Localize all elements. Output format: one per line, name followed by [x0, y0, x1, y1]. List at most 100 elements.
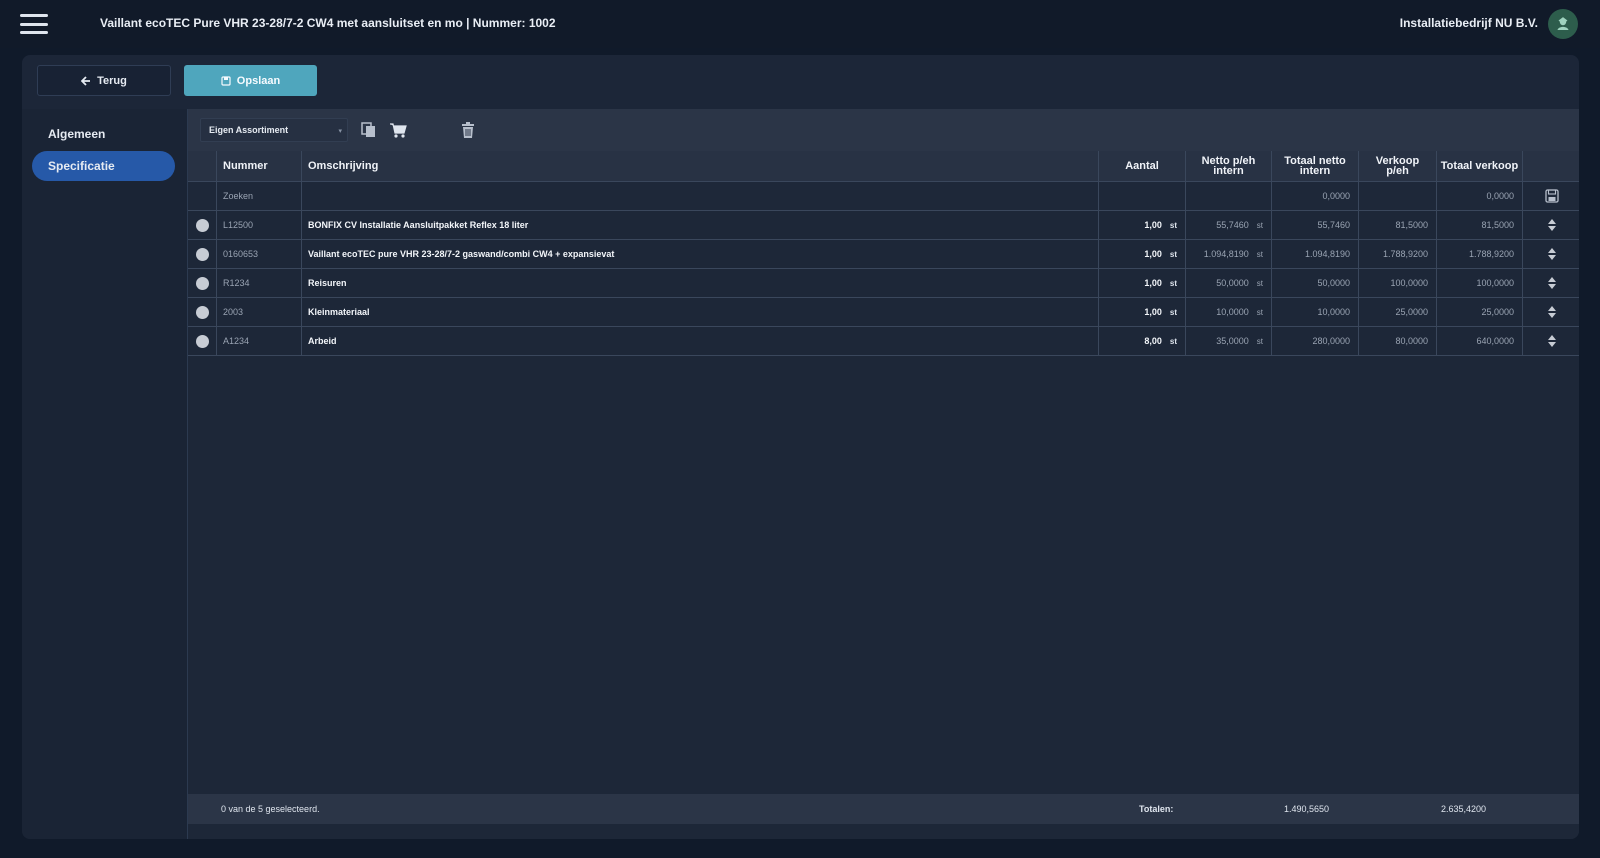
row-select-radio[interactable] [195, 276, 209, 290]
column-header-line: intern [1299, 165, 1331, 177]
save-icon[interactable] [1544, 189, 1559, 203]
row-select-radio[interactable] [195, 305, 209, 319]
search-row: Zoeken 0,0000 0,0000 [188, 182, 1579, 211]
table-row[interactable]: A1234 Arbeid 8,00 st 35,0000 st 280,0000… [188, 327, 1579, 356]
hamburger-menu-icon[interactable] [20, 14, 48, 34]
assortment-select-value: Eigen Assortiment [209, 125, 289, 135]
row-verkoop[interactable]: 100,0000 [1359, 269, 1437, 297]
row-nummer: L12500 [217, 211, 302, 239]
row-netto-eenheid: st [1256, 336, 1263, 346]
table-footer: 0 van de 5 geselecteerd. Totalen: 1.490,… [188, 794, 1579, 824]
row-omschrijving[interactable]: Vaillant ecoTEC pure VHR 23-28/7-2 gaswa… [302, 240, 1099, 268]
row-totaal-verkoop: 1.788,9200 [1437, 240, 1523, 268]
table-row[interactable]: 2003 Kleinmateriaal 1,00 st 10,0000 st 1… [188, 298, 1579, 327]
sidebar-item-algemeen[interactable]: Algemeen [32, 119, 175, 149]
specification-content: Eigen Assortiment ▾ Nummer Omschrijving … [187, 109, 1579, 839]
drag-handle-icon[interactable] [1547, 334, 1557, 348]
row-aantal-cell[interactable]: 8,00 st [1099, 327, 1186, 355]
copy-icon[interactable] [360, 121, 378, 139]
column-header-line: p/eh [1386, 165, 1409, 177]
row-reorder-cell [1523, 327, 1579, 355]
column-header-totaal-netto[interactable]: Totaal netto intern [1272, 151, 1359, 181]
row-verkoop[interactable]: 25,0000 [1359, 298, 1437, 326]
row-omschrijving[interactable]: Reisuren [302, 269, 1099, 297]
drag-handle-icon[interactable] [1547, 218, 1557, 232]
row-select-radio[interactable] [195, 247, 209, 261]
table-row[interactable]: R1234 Reisuren 1,00 st 50,0000 st 50,000… [188, 269, 1579, 298]
row-reorder-cell [1523, 240, 1579, 268]
row-verkoop[interactable]: 81,5000 [1359, 211, 1437, 239]
row-omschrijving[interactable]: BONFIX CV Installatie Aansluitpakket Ref… [302, 211, 1099, 239]
row-totaal-netto: 55,7460 [1272, 211, 1359, 239]
row-aantal-cell[interactable]: 1,00 st [1099, 269, 1186, 297]
row-netto-cell: 55,7460 st [1186, 211, 1272, 239]
totals-netto: 1.490,5650 [1284, 804, 1330, 814]
row-netto-cell: 10,0000 st [1186, 298, 1272, 326]
row-netto: 55,7460 [1216, 220, 1249, 230]
row-aantal: 8,00 [1144, 336, 1162, 346]
row-netto: 35,0000 [1216, 336, 1249, 346]
row-netto: 1.094,8190 [1203, 249, 1249, 259]
row-netto-eenheid: st [1256, 307, 1263, 317]
column-header-line: intern [1213, 165, 1244, 177]
row-aantal-cell[interactable]: 1,00 st [1099, 298, 1186, 326]
cart-icon[interactable] [389, 121, 407, 139]
trash-icon[interactable] [459, 121, 477, 139]
row-netto-eenheid: st [1256, 278, 1263, 288]
top-bar: Vaillant ecoTEC Pure VHR 23-28/7-2 CW4 m… [0, 0, 1600, 48]
row-totaal-verkoop: 640,0000 [1437, 327, 1523, 355]
column-header-netto[interactable]: Netto p/eh intern [1186, 151, 1272, 181]
select-column-header [188, 151, 217, 181]
search-description-cell[interactable] [302, 182, 1099, 210]
search-input[interactable]: Zoeken [217, 182, 302, 210]
row-totaal-verkoop: 25,0000 [1437, 298, 1523, 326]
selection-status: 0 van de 5 geselecteerd. [221, 804, 320, 814]
row-totaal-netto: 280,0000 [1272, 327, 1359, 355]
row-select-cell [188, 269, 217, 297]
column-header-nummer[interactable]: Nummer [217, 151, 302, 181]
row-eenheid: st [1169, 220, 1177, 230]
sidebar-item-specificatie[interactable]: Specificatie [32, 151, 175, 181]
page-title: Vaillant ecoTEC Pure VHR 23-28/7-2 CW4 m… [100, 16, 556, 30]
row-netto-eenheid: st [1256, 249, 1263, 259]
drag-handle-icon[interactable] [1547, 305, 1557, 319]
main-panel: Terug Opslaan Algemeen Specificatie Eige… [22, 55, 1579, 839]
sidebar-item-label: Specificatie [48, 159, 115, 173]
row-aantal-cell[interactable]: 1,00 st [1099, 240, 1186, 268]
column-header-totaal-verkoop[interactable]: Totaal verkoop [1437, 151, 1523, 181]
row-aantal-cell[interactable]: 1,00 st [1099, 211, 1186, 239]
save-button[interactable]: Opslaan [184, 65, 317, 96]
row-verkoop[interactable]: 80,0000 [1359, 327, 1437, 355]
row-nummer: 2003 [217, 298, 302, 326]
column-header-verkoop[interactable]: Verkoop p/eh [1359, 151, 1437, 181]
row-omschrijving[interactable]: Arbeid [302, 327, 1099, 355]
row-totaal-verkoop: 81,5000 [1437, 211, 1523, 239]
row-eenheid: st [1169, 249, 1177, 259]
drag-handle-icon[interactable] [1547, 276, 1557, 290]
arrow-left-icon [81, 75, 91, 86]
row-netto-eenheid: st [1256, 220, 1263, 230]
row-totaal-netto: 10,0000 [1272, 298, 1359, 326]
search-verkoop-cell [1359, 182, 1437, 210]
chevron-down-icon: ▾ [338, 128, 342, 135]
menu-line [20, 22, 48, 26]
table-row[interactable]: 0160653 Vaillant ecoTEC pure VHR 23-28/7… [188, 240, 1579, 269]
user-avatar-icon[interactable] [1548, 9, 1578, 39]
totals-verkoop: 2.635,4200 [1441, 804, 1487, 814]
row-select-radio[interactable] [195, 334, 209, 348]
row-verkoop[interactable]: 1.788,9200 [1359, 240, 1437, 268]
row-aantal: 1,00 [1144, 220, 1162, 230]
column-header-aantal[interactable]: Aantal [1099, 151, 1186, 181]
table-row[interactable]: L12500 BONFIX CV Installatie Aansluitpak… [188, 211, 1579, 240]
row-select-radio[interactable] [195, 218, 209, 232]
drag-handle-icon[interactable] [1547, 247, 1557, 261]
search-totaal-verkoop: 0,0000 [1437, 182, 1523, 210]
column-header-omschrijving[interactable]: Omschrijving [302, 151, 1099, 181]
back-button[interactable]: Terug [37, 65, 171, 96]
search-aantal-cell [1099, 182, 1186, 210]
assortment-select[interactable]: Eigen Assortiment ▾ [200, 118, 348, 142]
row-reorder-cell [1523, 298, 1579, 326]
row-omschrijving[interactable]: Kleinmateriaal [302, 298, 1099, 326]
back-button-label: Terug [97, 74, 127, 87]
save-row-cell [1523, 182, 1579, 210]
